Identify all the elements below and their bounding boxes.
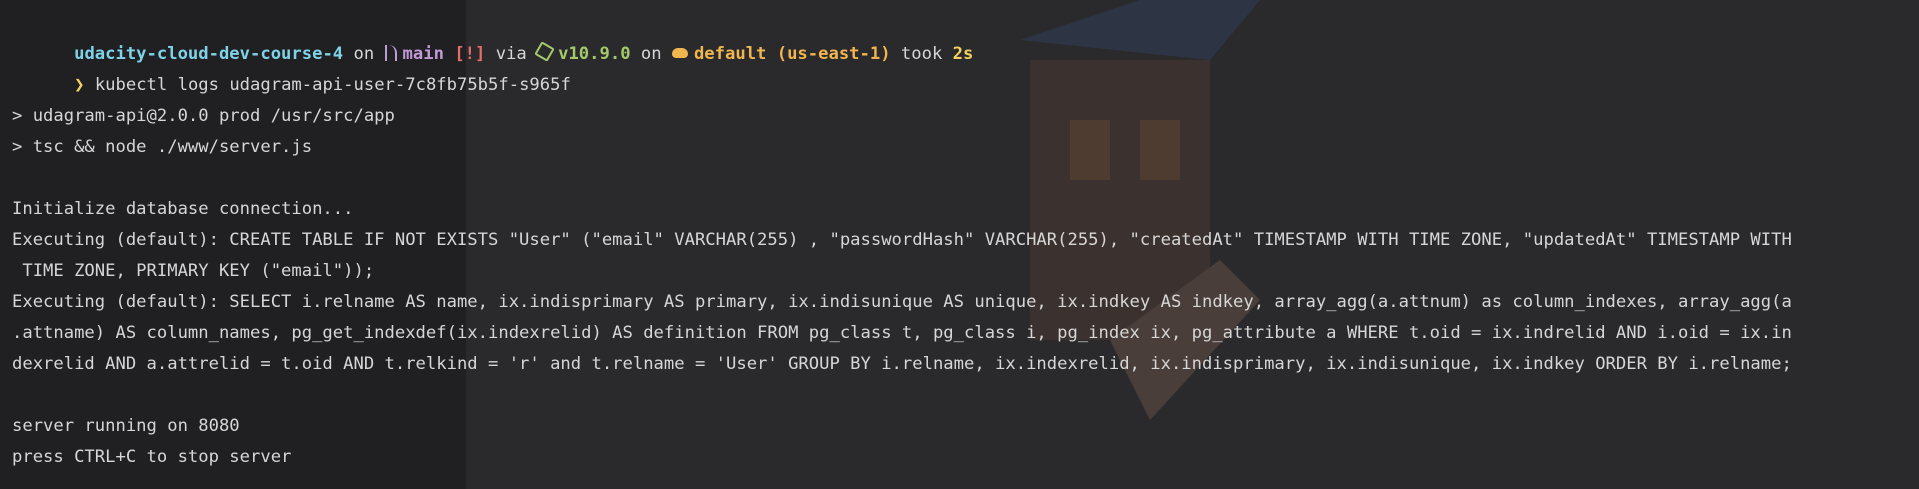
- prompt-branch: main: [402, 44, 444, 64]
- prompt-on-text: on: [343, 44, 385, 64]
- output-line: press CTRL+C to stop server: [12, 447, 292, 467]
- output-line: > tsc && node ./www/server.js: [12, 137, 313, 157]
- output-line: server running on 8080: [12, 416, 240, 436]
- prompt-duration: 2s: [952, 44, 974, 64]
- nodejs-icon: [534, 41, 555, 62]
- output-line: TIME ZONE, PRIMARY KEY ("email"));: [12, 261, 375, 281]
- terminal-window[interactable]: udacity-cloud-dev-course-4 on main [!] v…: [0, 0, 1919, 489]
- prompt-arrow-icon: ❯: [74, 75, 85, 95]
- command-text[interactable]: kubectl logs udagram-api-user-7c8fb75b5f…: [95, 75, 571, 95]
- output-line: .attname) AS column_names, pg_get_indexd…: [12, 323, 1792, 343]
- cloud-icon: [671, 48, 688, 58]
- output-line: dexrelid AND a.attrelid = t.oid AND t.re…: [12, 354, 1792, 374]
- prompt-took-text: took: [890, 44, 953, 64]
- output-line: > udagram-api@2.0.0 prod /usr/src/app: [12, 106, 395, 126]
- prompt-via-text: via: [485, 44, 538, 64]
- prompt-directory: udacity-cloud-dev-course-4: [74, 44, 344, 64]
- prompt-git-status: [!]: [454, 44, 486, 64]
- prompt-node-version: v10.9.0: [558, 44, 631, 64]
- prompt-on-text-2: on: [630, 44, 672, 64]
- output-line: Executing (default): SELECT i.relname AS…: [12, 292, 1792, 312]
- terminal-output: udacity-cloud-dev-course-4 on main [!] v…: [12, 8, 1919, 473]
- output-line: Initialize database connection...: [12, 199, 354, 219]
- prompt-line: udacity-cloud-dev-course-4 on main [!] v…: [12, 8, 1919, 64]
- output-line: Executing (default): CREATE TABLE IF NOT…: [12, 230, 1792, 250]
- prompt-aws-profile: default (us-east-1): [693, 44, 891, 64]
- git-branch-icon: [384, 45, 397, 61]
